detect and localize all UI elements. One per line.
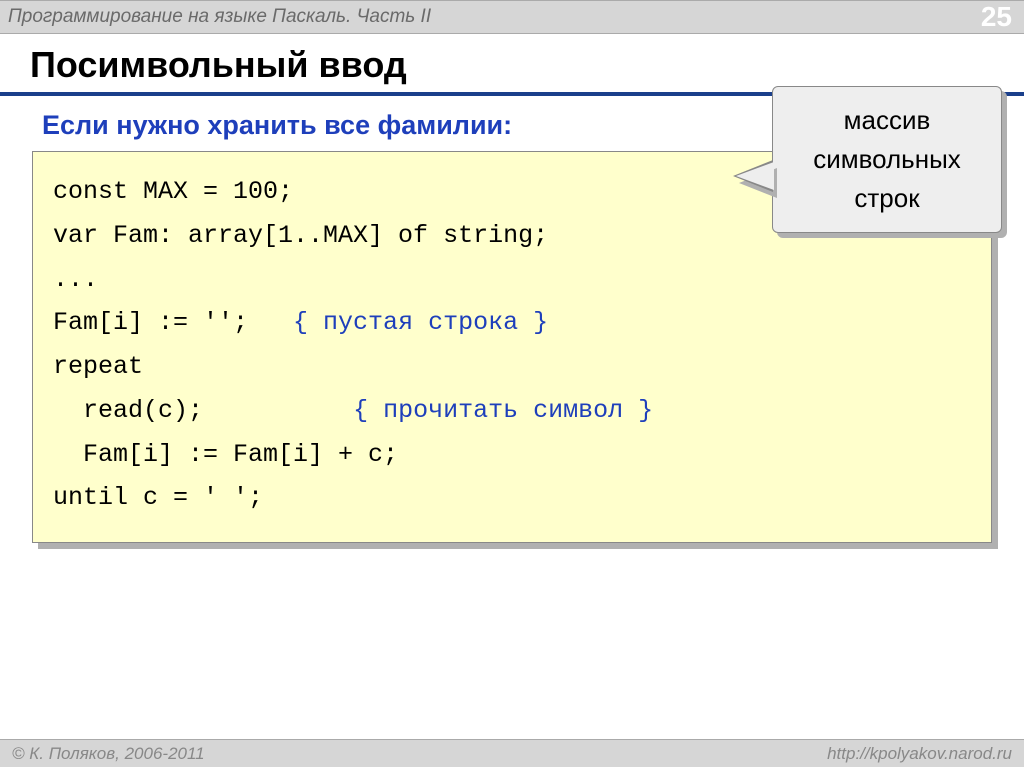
code-line: repeat <box>53 345 971 389</box>
copyright: © К. Поляков, 2006-2011 <box>12 744 205 764</box>
page-number: 25 <box>981 1 1012 33</box>
footer-url: http://kpolyakov.narod.ru <box>827 744 1012 764</box>
page-title: Посимвольный ввод <box>0 34 1024 92</box>
code-line: ... <box>53 258 971 302</box>
code-line: Fam[i] := ''; { пустая строка } <box>53 301 971 345</box>
code-comment: { прочитать символ } <box>353 396 653 425</box>
callout-line: символьных <box>801 140 973 179</box>
callout-line: массив <box>801 101 973 140</box>
topbar: Программирование на языке Паскаль. Часть… <box>0 0 1024 34</box>
code-line: read(c); { прочитать символ } <box>53 389 971 433</box>
code-line: Fam[i] := Fam[i] + c; <box>53 433 971 477</box>
code-line: until c = ' '; <box>53 476 971 520</box>
callout-line: строк <box>801 179 973 218</box>
code-comment: { пустая строка } <box>293 308 548 337</box>
footer: © К. Поляков, 2006-2011 http://kpolyakov… <box>0 739 1024 767</box>
breadcrumb: Программирование на языке Паскаль. Часть… <box>8 6 431 28</box>
callout: массив символьных строк <box>772 86 1002 233</box>
